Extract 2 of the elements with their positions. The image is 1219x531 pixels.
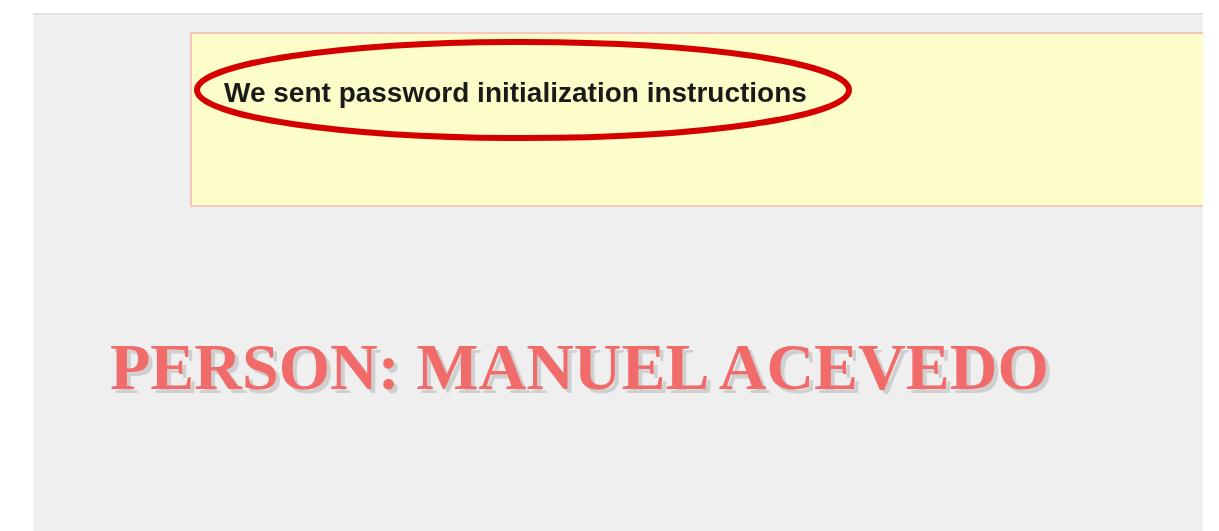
person-heading: PERSON: MANUEL ACEVEDO [110, 334, 1050, 400]
notice-message: We sent password initialization instructions [224, 77, 807, 108]
